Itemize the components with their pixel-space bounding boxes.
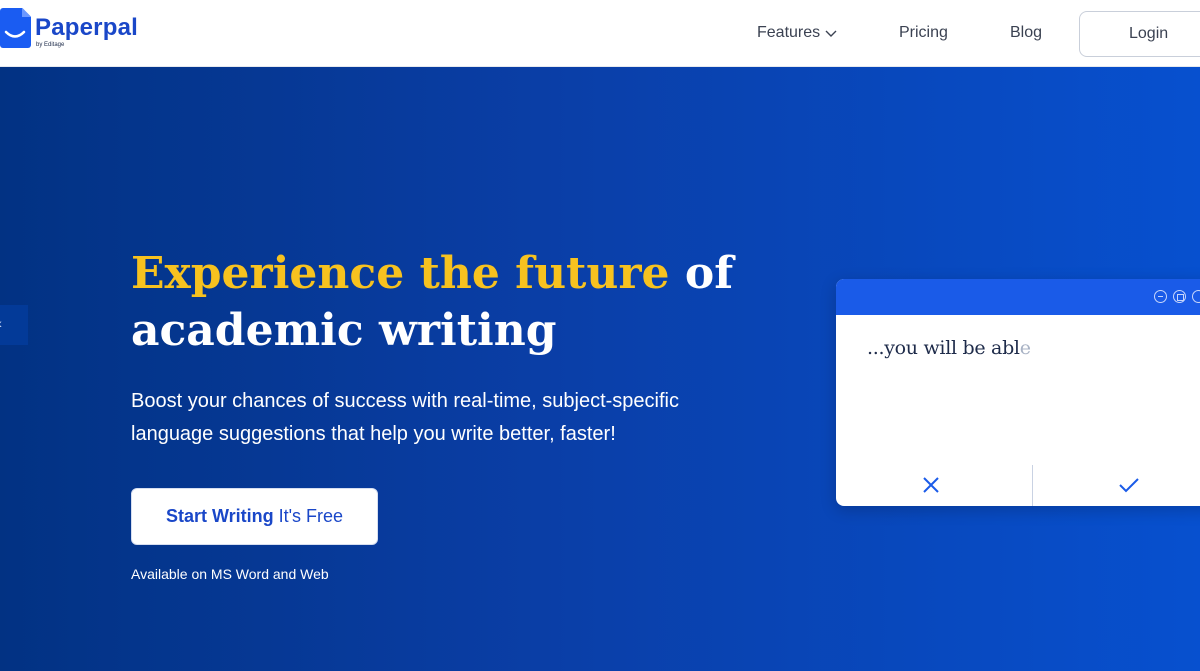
nav-blog[interactable]: Blog <box>1010 24 1042 42</box>
hero-subtext: Boost your chances of success with real-… <box>131 390 679 445</box>
nav-features[interactable]: Features <box>757 24 838 42</box>
action-divider <box>1032 465 1033 506</box>
cta-label-bold: Start Writing <box>165 506 274 526</box>
editor-preview-card: ...you will be able <box>836 279 1200 506</box>
check-icon[interactable] <box>1118 476 1140 494</box>
nav-features-label: Features <box>757 24 821 41</box>
headline-highlight: Experience the future <box>131 248 670 299</box>
hero-headline: Experience the future of academic writin… <box>131 245 771 359</box>
typed-text: ...you will be abl <box>867 337 1020 359</box>
editor-titlebar <box>836 279 1200 315</box>
cta-label-free: It's Free <box>278 506 344 526</box>
close-window-icon <box>1192 290 1200 303</box>
ghost-completion: e <box>1019 337 1031 359</box>
top-nav: Paperpal by Editage Features Pricing Blo… <box>0 0 1200 67</box>
brand-name: Paperpal <box>35 14 138 41</box>
chevron-down-icon <box>825 30 837 37</box>
brand-tagline: by Editage <box>36 42 65 48</box>
minimize-icon <box>1154 290 1167 303</box>
maximize-icon <box>1173 290 1186 303</box>
paperpal-logo[interactable]: Paperpal by Editage <box>0 8 150 52</box>
editor-suggestion-text: ...you will be able <box>867 337 1031 359</box>
paperpal-logo-icon <box>0 8 31 48</box>
carousel-prev-tab[interactable]: ‹ <box>0 305 28 345</box>
nav-pricing[interactable]: Pricing <box>899 24 948 42</box>
login-button[interactable]: Login <box>1079 11 1200 57</box>
start-writing-button[interactable]: Start Writing It's Free <box>131 488 378 545</box>
chevron-left-icon: ‹ <box>0 315 2 331</box>
hero-section: ‹ Experience the future of academic writ… <box>0 67 1200 671</box>
availability-note: Available on MS Word and Web <box>131 566 329 582</box>
x-icon[interactable] <box>922 476 940 494</box>
